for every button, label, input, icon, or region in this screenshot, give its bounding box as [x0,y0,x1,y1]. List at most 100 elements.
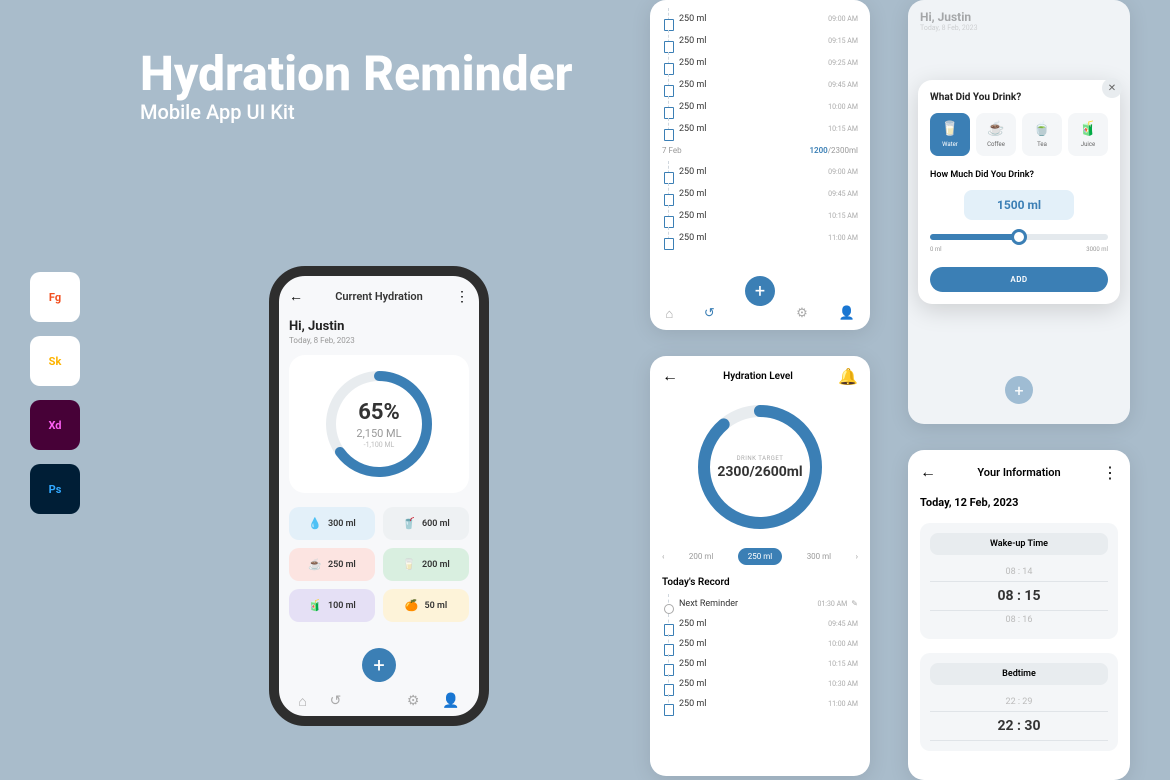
records-title: Today's Record [662,577,858,588]
slider-thumb[interactable] [1011,229,1027,245]
wake-opt-0[interactable]: 08 : 14 [930,563,1108,581]
juice-icon: 🧃 [1079,121,1096,137]
info-panel: ← Your Information ⋮ Today, 12 Feb, 2023… [908,450,1130,780]
wake-selected[interactable]: 08 : 15 [930,581,1108,611]
quick-50[interactable]: 🍊50 ml [383,589,469,622]
slider-fill [930,234,1019,240]
quick-600[interactable]: 🥤600 ml [383,507,469,540]
wake-opt-2[interactable]: 08 : 16 [930,611,1108,629]
back-icon[interactable]: ← [289,288,303,305]
log-amount: 250 ml [679,124,707,134]
cup-icon: ☕ [308,558,322,571]
tool-icons: Fg Sk Xd Ps [30,272,80,514]
log-time: 10:15 AM [828,212,858,220]
info-date: Today, 12 Feb, 2023 [920,496,1118,509]
bed-opt-0[interactable]: 22 : 29 [930,693,1108,711]
drop-icon: 💧 [308,517,322,530]
modal-q1: What Did You Drink? [930,92,1108,103]
bottle-icon: 🥤 [402,517,416,530]
more-icon[interactable]: ⋮ [1102,463,1118,482]
add-fab[interactable]: + [745,276,775,306]
log-target: /2300ml [828,146,858,155]
level-panel: ← Hydration Level 🔔 DRINK TARGET 2300/26… [650,356,870,776]
quick-250[interactable]: ☕250 ml [289,548,375,581]
coffee-icon: ☕ [987,121,1004,137]
bed-selected[interactable]: 22 : 30 [930,711,1108,741]
bg-fab: + [1005,376,1033,404]
amount-display: 1500 ml [964,190,1074,220]
bell-icon[interactable]: 🔔 [838,367,858,386]
chevron-left-icon[interactable]: ‹ [662,552,664,561]
log-time: 10:15 AM [828,660,858,668]
amount-value: 2,150 ML [356,427,401,440]
log-time: 10:15 AM [828,125,858,133]
quick-300[interactable]: 💧300 ml [289,507,375,540]
home-icon[interactable]: ⌂ [665,306,673,322]
reminder-label: Next Reminder [679,599,738,609]
drink-juice[interactable]: 🧃Juice [1068,113,1108,156]
bottom-nav: ⌂ ↺ ⚙ 👤 [650,306,870,322]
info-title: Your Information [977,466,1060,479]
log-row: 250 ml 09:25 AM [668,52,858,74]
amount-slider[interactable] [930,234,1108,240]
edit-icon[interactable]: ✎ [851,599,858,608]
reminder-time: 01:30 AM [817,600,847,608]
tea-icon: 🍵 [1033,121,1050,137]
profile-icon[interactable]: 👤 [442,693,459,710]
quick-100[interactable]: 🧃100 ml [289,589,375,622]
quick-200[interactable]: 🥛200 ml [383,548,469,581]
log-amount: 250 ml [679,211,707,221]
history-icon[interactable]: ↺ [330,693,342,710]
log-amount: 250 ml [679,58,707,68]
log-amount: 250 ml [679,659,707,669]
log-row: 250 ml09:45 AM [668,183,858,205]
log-amount: 250 ml [679,699,707,709]
log-time: 10:00 AM [828,103,858,111]
chevron-right-icon[interactable]: › [856,552,858,561]
drink-coffee[interactable]: ☕Coffee [976,113,1016,156]
history-icon[interactable]: ↺ [704,306,715,322]
opt-250-selected[interactable]: 250 ml [738,548,782,565]
log-total: 1200 [809,146,827,155]
slider-min: 0 ml [930,246,942,253]
settings-icon[interactable]: ⚙ [796,306,808,322]
hero-title: Hydration Reminder [140,45,573,102]
add-drink-panel: Hi, Justin Today, 8 Feb, 2023 ✕ What Did… [908,0,1130,424]
drink-tea[interactable]: 🍵Tea [1022,113,1062,156]
log-time: 10:00 AM [828,640,858,648]
drink-modal: ✕ What Did You Drink? 🥛Water ☕Coffee 🍵Te… [918,80,1120,304]
bed-title: Bedtime [930,663,1108,685]
log-date: 7 Feb [662,146,682,155]
level-title: Hydration Level [723,371,793,382]
target-label: DRINK TARGET [737,455,784,462]
log-amount: 250 ml [679,167,707,177]
next-reminder-row: Next Reminder 01:30 AM ✎ [668,594,858,614]
drink-water[interactable]: 🥛Water [930,113,970,156]
profile-icon[interactable]: 👤 [838,306,854,322]
close-icon[interactable]: ✕ [1102,78,1122,98]
log-amount: 250 ml [679,639,707,649]
add-button[interactable]: ADD [930,267,1108,292]
back-icon[interactable]: ← [662,366,678,386]
xd-icon: Xd [30,400,80,450]
back-icon[interactable]: ← [920,462,936,482]
bed-card: Bedtime 22 : 29 22 : 30 [920,653,1118,751]
wake-card: Wake-up Time 08 : 14 08 : 15 08 : 16 [920,523,1118,639]
log-time: 09:00 AM [828,168,858,176]
settings-icon[interactable]: ⚙ [407,693,420,710]
log-time: 09:25 AM [828,59,858,67]
more-icon[interactable]: ⋮ [455,290,469,304]
bg-date: Today, 8 Feb, 2023 [920,24,1118,32]
log-row: 250 ml09:45 AM [668,614,858,634]
log-time: 10:30 AM [828,680,858,688]
phone-mockup: ← Current Hydration ⋮ Hi, Justin Today, … [269,266,489,726]
quick-add-grid: 💧300 ml 🥤600 ml ☕250 ml 🥛200 ml 🧃100 ml … [289,507,469,622]
opt-200[interactable]: 200 ml [689,552,713,561]
home-icon[interactable]: ⌂ [298,693,306,710]
log-row: 250 ml09:00 AM [668,8,858,30]
opt-300[interactable]: 300 ml [807,552,831,561]
progress-ring: 65% 2,150 ML -1,100 ML [324,369,434,479]
add-fab[interactable]: + [362,648,396,682]
log-amount: 250 ml [679,102,707,112]
log-row: 250 ml 10:15 AM [668,654,858,674]
